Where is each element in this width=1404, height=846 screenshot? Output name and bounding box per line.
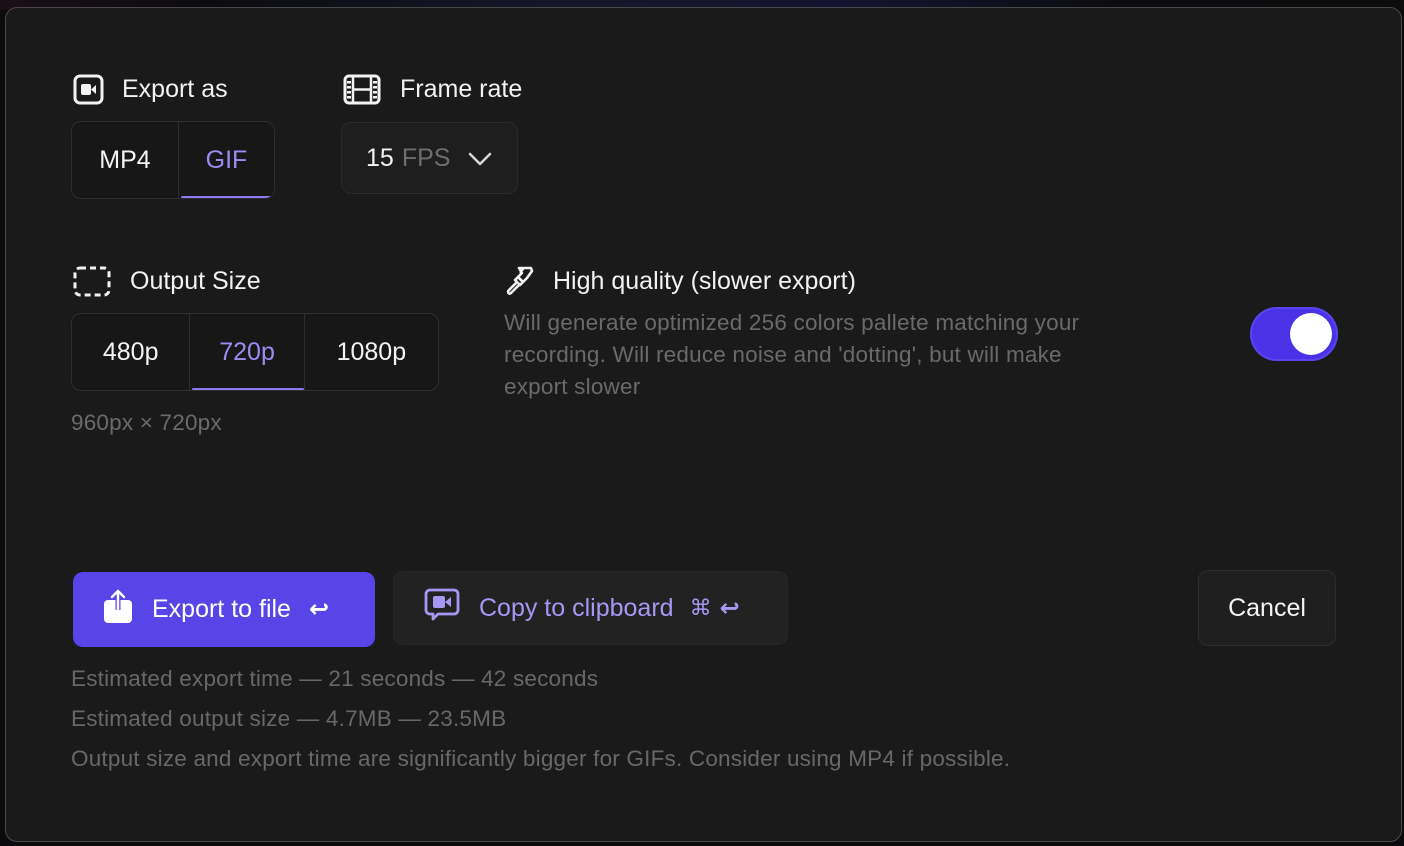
size-option-480p[interactable]: 480p [72, 314, 191, 390]
export-to-file-label: Export to file [152, 595, 291, 623]
frame-rate-select[interactable]: 15 FPS [341, 122, 518, 194]
copy-to-clipboard-label: Copy to clipboard [479, 593, 674, 622]
output-size-header: Output Size [73, 264, 261, 298]
film-strip-icon [343, 74, 381, 105]
size-option-720p[interactable]: 720p [190, 314, 305, 390]
copy-to-clipboard-button[interactable]: Copy to clipboard ⌘ ↩ [393, 571, 788, 645]
estimated-output-size: Estimated output size — 4.7MB — 23.5MB [71, 706, 507, 731]
enter-key-icon: ↩ [308, 596, 330, 623]
export-as-header: Export as [73, 72, 228, 106]
frame-rate-unit: FPS [401, 143, 451, 172]
high-quality-toggle[interactable] [1250, 307, 1338, 361]
share-upload-icon [103, 588, 133, 631]
high-quality-description: Will generate optimized 256 colors palle… [504, 310, 1080, 399]
export-format-segmented-control: MP4 GIF [71, 121, 275, 199]
output-size-segmented-control: 480p 720p 1080p [71, 313, 439, 391]
output-size-label: Output Size [130, 266, 261, 295]
enter-key-icon: ↩ [719, 594, 740, 622]
format-option-mp4[interactable]: MP4 [72, 122, 179, 198]
estimated-export-time: Estimated export time — 21 seconds — 42 … [71, 666, 599, 691]
chevron-down-icon [468, 144, 492, 173]
video-camera-icon [73, 74, 104, 105]
toggle-knob [1290, 313, 1332, 355]
high-quality-header: High quality (slower export) [505, 264, 856, 298]
command-key-icon: ⌘ [689, 595, 712, 620]
frame-rate-label: Frame rate [400, 74, 523, 103]
export-to-file-button[interactable]: Export to file ↩ [73, 572, 375, 647]
frame-rate-value: 15 [366, 143, 394, 172]
cancel-button[interactable]: Cancel [1198, 570, 1336, 646]
video-message-icon [424, 588, 460, 629]
export-as-label: Export as [122, 74, 228, 103]
size-option-1080p[interactable]: 1080p [305, 314, 438, 390]
dashed-frame-icon [73, 266, 111, 297]
high-quality-label: High quality (slower export) [553, 266, 856, 295]
output-dimensions: 960px × 720px [71, 410, 222, 435]
format-option-gif[interactable]: GIF [179, 122, 274, 198]
paint-brush-icon [505, 265, 535, 297]
gif-size-note: Output size and export time are signific… [71, 746, 1011, 771]
frame-rate-header: Frame rate [343, 72, 522, 106]
